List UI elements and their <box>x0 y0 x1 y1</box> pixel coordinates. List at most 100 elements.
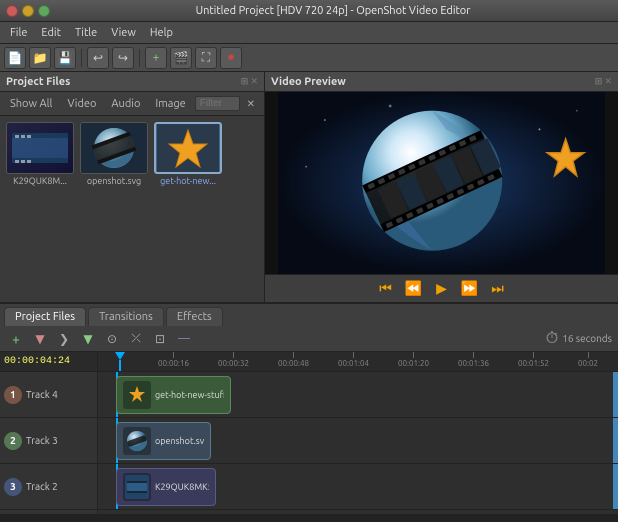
file-label-1: openshot.svg <box>87 176 141 186</box>
preview-svg <box>265 92 618 274</box>
ruler-tick-1 <box>233 352 234 358</box>
file-item-2[interactable]: get-hot-new... <box>154 122 222 186</box>
star-thumbnail-svg <box>157 124 219 172</box>
tab-transitions[interactable]: Transitions <box>88 307 164 326</box>
ruler-mark-7: 00:02 <box>578 352 598 368</box>
export-button[interactable]: 🎬 <box>170 47 192 69</box>
menu-title[interactable]: Title <box>69 25 103 41</box>
timeline-tracks: 00:00:16 00:00:32 00:00:48 00:01:04 00:0… <box>98 352 618 514</box>
timeline-btn-6[interactable]: — <box>174 329 194 349</box>
tab-image[interactable]: Image <box>149 96 191 112</box>
tab-video[interactable]: Video <box>61 96 102 112</box>
clip-icon-star <box>123 381 151 409</box>
timeline-ruler: 00:00:16 00:00:32 00:00:48 00:01:04 00:0… <box>98 352 618 372</box>
clear-filter-button[interactable]: ✕ <box>243 96 259 112</box>
tab-audio[interactable]: Audio <box>105 96 146 112</box>
ruler-label-3: 00:01:04 <box>338 359 369 368</box>
file-item-1[interactable]: openshot.svg <box>80 122 148 186</box>
timeline-btn-2[interactable]: ❯ <box>54 329 74 349</box>
track-blue-bar-4 <box>613 372 618 417</box>
ruler-tick-5 <box>473 352 474 358</box>
open-button[interactable]: 📁 <box>29 47 51 69</box>
full-screen-button[interactable]: ⛶ <box>195 47 217 69</box>
project-files-header: Project Files ⊞ ✕ <box>0 72 264 92</box>
file-thumbnail-1 <box>80 122 148 174</box>
clip-get-hot[interactable]: get-hot-new-stuff.png <box>116 376 231 414</box>
playhead-arrow <box>115 352 125 360</box>
video-panel-resize-icon[interactable]: ⊞ ✕ <box>595 76 612 87</box>
tab-show-all[interactable]: Show All <box>4 96 58 112</box>
add-track-button[interactable]: + <box>6 329 26 349</box>
close-button[interactable] <box>6 5 18 17</box>
timeline-labels: 00:00:04:24 1 Track 4 2 Track 3 3 Track … <box>0 352 98 514</box>
ruler-tick-0 <box>173 352 174 358</box>
titlebar: Untitled Project [HDV 720 24p] - OpenSho… <box>0 0 618 22</box>
tab-project-files[interactable]: Project Files <box>4 307 86 326</box>
video-screen[interactable] <box>265 92 618 274</box>
menu-help[interactable]: Help <box>144 25 179 41</box>
jump-start-button[interactable]: ⏮ <box>376 279 396 299</box>
track-label-4: 1 Track 4 <box>0 372 97 418</box>
track-row-2: K29QUK8MK5.png <box>98 464 618 510</box>
video-preview-header: Video Preview ⊞ ✕ <box>265 72 618 92</box>
file-label-2: get-hot-new... <box>160 176 216 186</box>
duration-display: ⏱ 16 seconds <box>546 329 612 348</box>
record-button[interactable]: ⏺ <box>220 47 242 69</box>
remove-track-button[interactable]: ▼ <box>30 329 50 349</box>
jump-end-button[interactable]: ⏭ <box>488 279 508 299</box>
menu-view[interactable]: View <box>105 25 142 41</box>
ruler-label-6: 00:01:52 <box>518 359 549 368</box>
play-button[interactable]: ▶ <box>432 279 452 299</box>
project-files-title: Project Files <box>6 76 70 88</box>
timeline-horizontal-scrollbar[interactable] <box>0 514 618 522</box>
fast-forward-button[interactable]: ⏩ <box>460 279 480 299</box>
clip-k29[interactable]: K29QUK8MK5.png <box>116 468 216 506</box>
snap-button[interactable]: ⤫ <box>126 329 146 349</box>
video-thumbnail-svg <box>7 123 73 173</box>
project-files-content: K29QUK8M... <box>0 116 264 302</box>
redo-button[interactable]: ↪ <box>112 47 134 69</box>
minimize-button[interactable] <box>22 5 34 17</box>
ruler-label-0: 00:00:16 <box>158 359 189 368</box>
ruler-tick-2 <box>293 352 294 358</box>
import-button[interactable]: + <box>145 47 167 69</box>
rewind-button[interactable]: ⏪ <box>404 279 424 299</box>
menu-edit[interactable]: Edit <box>35 25 67 41</box>
save-button[interactable]: 💾 <box>54 47 76 69</box>
ruler-label-1: 00:00:32 <box>218 359 249 368</box>
video-preview-panel: Video Preview ⊞ ✕ <box>265 72 618 302</box>
clip-name-1: openshot.svg <box>155 436 204 446</box>
window-title: Untitled Project [HDV 720 24p] - OpenSho… <box>54 5 612 17</box>
timeline-btn-5[interactable]: ⊡ <box>150 329 170 349</box>
ruler-mark-3: 00:01:04 <box>338 352 369 368</box>
undo-button[interactable]: ↩ <box>87 47 109 69</box>
track-label-2: 3 Track 2 <box>0 464 97 510</box>
toolbar-separator-1 <box>81 49 82 67</box>
track-num-3: 3 <box>4 478 22 496</box>
track-blue-bar-3 <box>613 418 618 463</box>
toolbar-separator-2 <box>139 49 140 67</box>
ruler-label-5: 00:01:36 <box>458 359 489 368</box>
project-files-panel: Project Files ⊞ ✕ Show All Video Audio I… <box>0 72 265 302</box>
track-name-3: Track 3 <box>26 435 58 446</box>
duration-label: 16 seconds <box>562 333 612 344</box>
filter-input[interactable] <box>195 96 240 111</box>
ruler-mark-1: 00:00:32 <box>218 352 249 368</box>
track-num-2: 2 <box>4 432 22 450</box>
new-button[interactable]: 📄 <box>4 47 26 69</box>
menu-file[interactable]: File <box>4 25 33 41</box>
panel-resize-icon[interactable]: ⊞ ✕ <box>241 76 258 87</box>
center-playhead-button[interactable]: ⊙ <box>102 329 122 349</box>
ruler-mark-4: 00:01:20 <box>398 352 429 368</box>
track-row-4: get-hot-new-stuff.png <box>98 372 618 418</box>
maximize-button[interactable] <box>38 5 50 17</box>
clip-openshot[interactable]: openshot.svg <box>116 422 211 460</box>
file-item-0[interactable]: K29QUK8M... <box>6 122 74 186</box>
timeline-btn-3[interactable]: ▼ <box>78 329 98 349</box>
clip-icon-video <box>123 473 151 501</box>
ruler-tick-3 <box>353 352 354 358</box>
tab-effects[interactable]: Effects <box>166 307 223 326</box>
file-label-0: K29QUK8M... <box>13 176 67 186</box>
clip-name-0: get-hot-new-stuff.png <box>155 390 224 400</box>
track-blue-bar-2 <box>613 464 618 509</box>
